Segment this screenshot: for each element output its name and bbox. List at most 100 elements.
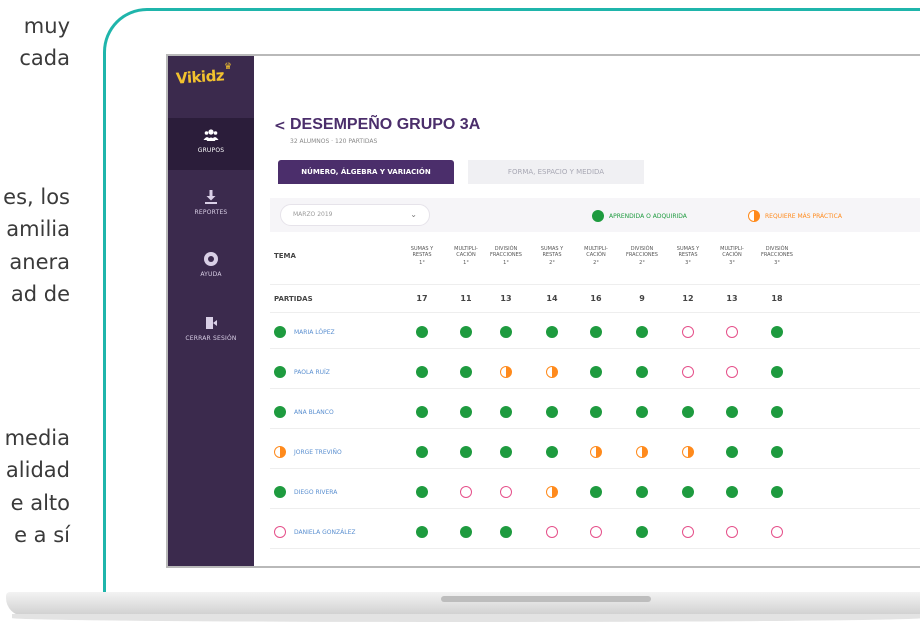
- legend-learned: APRENDIDA O ADQUIRIDA: [592, 210, 687, 222]
- status-cell[interactable]: [416, 406, 428, 418]
- status-cell[interactable]: [726, 406, 738, 418]
- article-line: anera: [9, 250, 70, 274]
- status-cell[interactable]: [590, 446, 602, 458]
- table-row[interactable]: JORGE TREVIÑO: [274, 446, 342, 458]
- status-cell[interactable]: [546, 526, 558, 538]
- status-cell[interactable]: [726, 446, 738, 458]
- main-content: < DESEMPEÑO GRUPO 3A 32 ALUMNOS · 120 PA…: [254, 56, 920, 566]
- status-cell[interactable]: [771, 526, 783, 538]
- status-cell[interactable]: [416, 366, 428, 378]
- status-cell[interactable]: [636, 366, 648, 378]
- sidebar-item-reports[interactable]: REPORTES: [168, 180, 254, 232]
- status-cell[interactable]: [500, 526, 512, 538]
- column-header: DIVISIÓN FRACCIONES 1°: [484, 246, 528, 266]
- column-header: SUMAS Y RESTAS 3°: [666, 246, 710, 266]
- status-cell[interactable]: [546, 486, 558, 498]
- table-row[interactable]: MARIA LÓPEZ: [274, 326, 335, 338]
- status-cell[interactable]: [460, 526, 472, 538]
- topic-header: TEMA: [274, 252, 296, 260]
- status-cell[interactable]: [460, 366, 472, 378]
- student-name[interactable]: ANA BLANCO: [294, 409, 334, 416]
- crown-icon: ♛: [224, 62, 233, 72]
- table-row[interactable]: DANIELA GONZÁLEZ: [274, 526, 355, 538]
- status-cell[interactable]: [546, 446, 558, 458]
- status-cell[interactable]: [682, 366, 694, 378]
- status-cell[interactable]: [460, 406, 472, 418]
- date-select[interactable]: MARZO 2019 ⌄: [280, 204, 430, 226]
- status-cell[interactable]: [636, 446, 648, 458]
- column-header: DIVISIÓN FRACCIONES 3°: [755, 246, 799, 266]
- student-name[interactable]: DIEGO RIVERA: [294, 489, 337, 496]
- student-name[interactable]: PAOLA RUÍZ: [294, 369, 330, 376]
- sidebar-item-logout[interactable]: CERRAR SESIÓN: [168, 306, 254, 358]
- status-cell[interactable]: [546, 366, 558, 378]
- status-cell[interactable]: [590, 526, 602, 538]
- status-cell[interactable]: [460, 326, 472, 338]
- tab-forma-espacio[interactable]: FORMA, ESPACIO Y MEDIDA: [468, 160, 644, 184]
- table-row[interactable]: DIEGO RIVERA: [274, 486, 337, 498]
- status-cell[interactable]: [590, 326, 602, 338]
- legend-half-dot: [748, 210, 760, 222]
- article-line: e alto: [10, 491, 70, 515]
- status-cell[interactable]: [726, 366, 738, 378]
- partidas-count: 16: [590, 294, 602, 303]
- status-cell[interactable]: [771, 366, 783, 378]
- page-subtitle: 32 ALUMNOS · 120 PARTIDAS: [290, 138, 378, 145]
- student-name[interactable]: JORGE TREVIÑO: [294, 449, 342, 456]
- status-cell[interactable]: [636, 486, 648, 498]
- partidas-count: 9: [639, 294, 645, 303]
- article-line: amilia: [6, 217, 70, 241]
- status-cell[interactable]: [682, 446, 694, 458]
- status-cell[interactable]: [771, 486, 783, 498]
- status-cell[interactable]: [771, 326, 783, 338]
- status-cell[interactable]: [590, 486, 602, 498]
- legend-practice: REQUIERE MÁS PRÁCTICA: [748, 210, 842, 222]
- status-cell[interactable]: [546, 326, 558, 338]
- status-cell[interactable]: [500, 446, 512, 458]
- date-select-value: MARZO 2019: [293, 211, 333, 218]
- column-header-text: CACIÓN: [456, 252, 476, 258]
- sidebar-item-help[interactable]: AYUDA: [168, 242, 254, 294]
- status-cell[interactable]: [682, 526, 694, 538]
- status-cell[interactable]: [460, 486, 472, 498]
- sidebar-item-label: CERRAR SESIÓN: [185, 335, 237, 342]
- sidebar-item-groups[interactable]: GRUPOS: [168, 118, 254, 170]
- status-cell[interactable]: [546, 406, 558, 418]
- status-cell[interactable]: [460, 446, 472, 458]
- status-cell[interactable]: [416, 526, 428, 538]
- table-row[interactable]: PAOLA RUÍZ: [274, 366, 330, 378]
- logo[interactable]: Vikidz: [175, 66, 224, 87]
- status-cell[interactable]: [771, 446, 783, 458]
- status-cell[interactable]: [636, 526, 648, 538]
- tab-numero-algebra[interactable]: NÚMERO, ÁLGEBRA Y VARIACIÓN: [278, 160, 454, 184]
- status-cell[interactable]: [636, 326, 648, 338]
- status-cell[interactable]: [682, 486, 694, 498]
- download-icon: [205, 190, 217, 204]
- status-cell[interactable]: [726, 526, 738, 538]
- status-cell[interactable]: [636, 406, 648, 418]
- status-cell[interactable]: [726, 486, 738, 498]
- status-cell[interactable]: [500, 486, 512, 498]
- status-cell[interactable]: [590, 366, 602, 378]
- status-cell[interactable]: [726, 326, 738, 338]
- status-cell[interactable]: [771, 406, 783, 418]
- status-cell[interactable]: [416, 486, 428, 498]
- student-name[interactable]: DANIELA GONZÁLEZ: [294, 529, 355, 536]
- article-text: muy cada es, los amilia anera ad de medi…: [0, 0, 80, 628]
- student-name[interactable]: MARIA LÓPEZ: [294, 329, 335, 336]
- status-cell[interactable]: [416, 446, 428, 458]
- status-cell[interactable]: [590, 406, 602, 418]
- status-cell[interactable]: [682, 326, 694, 338]
- back-icon[interactable]: <: [274, 118, 286, 134]
- status-cell[interactable]: [416, 326, 428, 338]
- status-cell[interactable]: [500, 326, 512, 338]
- table-row[interactable]: ANA BLANCO: [274, 406, 334, 418]
- column-header: MULTIPLI- CACIÓN 2°: [574, 246, 618, 266]
- users-icon: [203, 129, 219, 141]
- status-cell[interactable]: [682, 406, 694, 418]
- column-header: MULTIPLI- CACIÓN 1°: [444, 246, 488, 266]
- chevron-down-icon: ⌄: [410, 210, 417, 219]
- column-header-text: FRACCIONES: [490, 252, 522, 258]
- status-cell[interactable]: [500, 366, 512, 378]
- status-cell[interactable]: [500, 406, 512, 418]
